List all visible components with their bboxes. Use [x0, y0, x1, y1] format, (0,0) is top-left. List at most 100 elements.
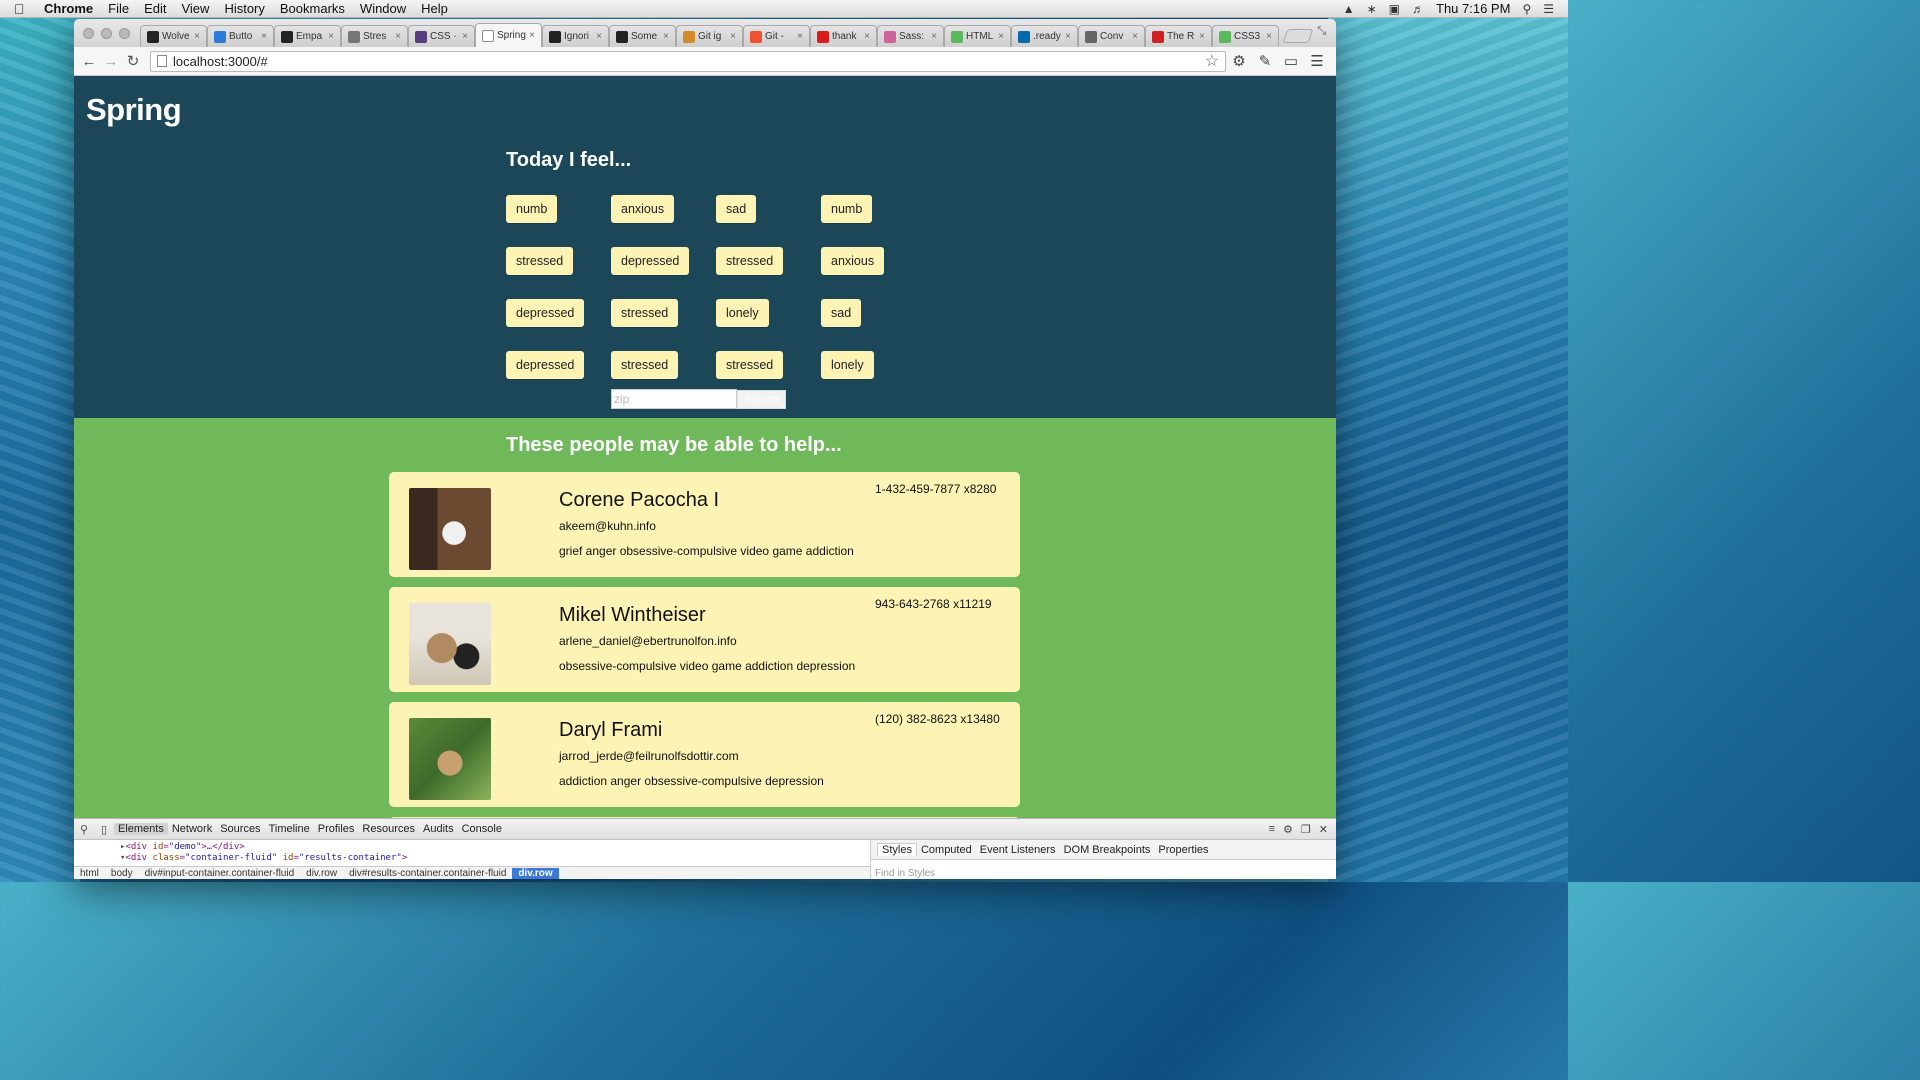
browser-tab[interactable]: .ready × — [1011, 25, 1078, 47]
menu-file[interactable]: File — [108, 1, 129, 16]
find-in-styles-input[interactable]: Find in Styles — [875, 868, 935, 879]
feeling-button[interactable]: depressed — [611, 247, 690, 275]
close-tab-icon[interactable]: × — [727, 31, 739, 42]
undock-icon[interactable]: ❐ — [1301, 823, 1311, 836]
close-window-button[interactable] — [83, 28, 94, 39]
extension-dropper-icon[interactable]: ✎ — [1252, 52, 1278, 70]
helper-email[interactable]: jarrod_jerde@feilrunolfsdottir.com — [559, 749, 739, 763]
close-tab-icon[interactable]: × — [1062, 31, 1074, 42]
close-tab-icon[interactable]: × — [593, 31, 605, 42]
menu-hamburger-icon[interactable]: ☰ — [1304, 52, 1330, 70]
helper-phone[interactable]: 1-432-459-7877 x8280 — [875, 482, 996, 496]
minimize-window-button[interactable] — [101, 28, 112, 39]
browser-tab[interactable]: thank × — [810, 25, 877, 47]
browser-tab[interactable]: CSS · × — [408, 25, 475, 47]
devtools-tab-audits[interactable]: Audits — [419, 823, 458, 835]
bluetooth-icon[interactable]: ∗ — [1367, 2, 1377, 16]
devtools-tab-console[interactable]: Console — [458, 823, 506, 835]
helper-card[interactable]: Daryl Frami jarrod_jerde@feilrunolfsdotti… — [389, 702, 1020, 807]
devtools-tab-timeline[interactable]: Timeline — [265, 823, 314, 835]
crumb-input-container[interactable]: div#input-container.container-fluid — [139, 868, 301, 879]
notification-icon[interactable]: ▲ — [1343, 2, 1355, 16]
menu-history[interactable]: History — [224, 1, 264, 16]
menubar-clock[interactable]: Thu 7:16 PM — [1436, 1, 1510, 16]
browser-tab[interactable]: Ignori × — [542, 25, 609, 47]
menu-help[interactable]: Help — [421, 1, 448, 16]
menu-bookmarks[interactable]: Bookmarks — [280, 1, 345, 16]
helper-card[interactable]: Corene Pacocha I akeem@kuhn.info grief ang… — [389, 472, 1020, 577]
close-tab-icon[interactable]: × — [526, 30, 538, 41]
feeling-button[interactable]: lonely — [716, 299, 769, 327]
devtools-tab-profiles[interactable]: Profiles — [314, 823, 359, 835]
browser-tab[interactable]: Conv × — [1078, 25, 1145, 47]
zoom-window-button[interactable] — [119, 28, 130, 39]
crumb-body[interactable]: body — [105, 868, 139, 879]
sidebar-tab-dom-breakpoints[interactable]: DOM Breakpoints — [1060, 844, 1155, 856]
close-tab-icon[interactable]: × — [392, 31, 404, 42]
sidebar-tab-computed[interactable]: Computed — [917, 844, 976, 856]
back-arrow-icon[interactable]: ← — [78, 53, 100, 70]
console-drawer-icon[interactable]: ≡ — [1269, 823, 1275, 836]
feeling-button[interactable]: stressed — [611, 351, 679, 379]
feeling-button[interactable]: sad — [716, 195, 757, 223]
browser-tab[interactable]: Butto × — [207, 25, 274, 47]
zip-input[interactable] — [611, 389, 737, 409]
menu-app[interactable]: Chrome — [44, 1, 93, 16]
devtools-tab-resources[interactable]: Resources — [358, 823, 419, 835]
browser-tab[interactable]: Stres × — [341, 25, 408, 47]
feeling-button[interactable]: stressed — [611, 299, 679, 327]
browser-tab[interactable]: Sass: × — [877, 25, 944, 47]
feeling-button[interactable]: numb — [821, 195, 873, 223]
volume-icon[interactable]: ♬ — [1412, 2, 1424, 16]
helper-email[interactable]: arlene_daniel@ebertrunolfon.info — [559, 634, 737, 648]
browser-tab[interactable]: Wolve × — [140, 25, 207, 47]
dom-node-demo[interactable]: ▸<div id="demo">…</div> — [120, 842, 245, 852]
feeling-button[interactable]: anxious — [821, 247, 885, 275]
browser-tab[interactable]: Spring × — [475, 23, 542, 47]
browser-tab[interactable]: Git ig × — [676, 25, 743, 47]
reload-icon[interactable]: ↻ — [122, 52, 144, 70]
sidebar-tab-event-listeners[interactable]: Event Listeners — [976, 844, 1060, 856]
close-tab-icon[interactable]: × — [861, 31, 873, 42]
browser-tab[interactable]: HTML × — [944, 25, 1011, 47]
devtools-settings-icon[interactable]: ⚙ — [1283, 823, 1293, 836]
close-tab-icon[interactable]: × — [928, 31, 940, 42]
feeling-button[interactable]: depressed — [506, 299, 585, 327]
close-tab-icon[interactable]: × — [258, 31, 270, 42]
menu-view[interactable]: View — [181, 1, 209, 16]
cast-icon[interactable]: ▭ — [1278, 52, 1304, 70]
crumb-results-container[interactable]: div#results-container.container-fluid — [343, 868, 512, 879]
close-tab-icon[interactable]: × — [995, 31, 1007, 42]
helper-phone[interactable]: 943-643-2768 x11219 — [875, 597, 992, 611]
menu-window[interactable]: Window — [360, 1, 406, 16]
extension-gear-icon[interactable]: ⚙ — [1226, 52, 1252, 70]
feeling-button[interactable]: depressed — [506, 351, 585, 379]
close-tab-icon[interactable]: × — [459, 31, 471, 42]
device-mode-icon[interactable]: ▯ — [94, 823, 114, 836]
feeling-button[interactable]: stressed — [716, 351, 784, 379]
new-tab-button[interactable] — [1282, 29, 1314, 43]
brand-title[interactable]: Spring — [86, 92, 182, 128]
browser-tab[interactable]: Git - × — [743, 25, 810, 47]
devtools-tab-sources[interactable]: Sources — [216, 823, 264, 835]
feeling-button[interactable]: stressed — [506, 247, 574, 275]
crumb-row-active[interactable]: div.row — [512, 868, 559, 879]
sidebar-tab-properties[interactable]: Properties — [1154, 844, 1212, 856]
close-tab-icon[interactable]: × — [191, 31, 203, 42]
dom-node-results-container[interactable]: ▾<div class="container-fluid" id="result… — [120, 853, 407, 863]
menu-edit[interactable]: Edit — [144, 1, 166, 16]
airplay-icon[interactable]: ▣ — [1389, 2, 1400, 16]
helper-phone[interactable]: (120) 382-8623 x13480 — [875, 712, 1000, 726]
feeling-button[interactable]: stressed — [716, 247, 784, 275]
notification-center-icon[interactable]: ☰ — [1543, 2, 1554, 16]
bookmark-star-icon[interactable]: ☆ — [1205, 51, 1219, 71]
forward-arrow-icon[interactable]: → — [100, 53, 122, 70]
apple-menu-icon[interactable]:  — [14, 1, 34, 17]
close-devtools-icon[interactable]: ✕ — [1319, 823, 1328, 836]
crumb-html[interactable]: html — [74, 868, 105, 879]
close-tab-icon[interactable]: × — [325, 31, 337, 42]
crumb-row[interactable]: div.row — [300, 868, 343, 879]
close-tab-icon[interactable]: × — [1196, 31, 1208, 42]
helper-card[interactable]: Mikel Wintheiser arlene_daniel@ebertrunol… — [389, 587, 1020, 692]
close-tab-icon[interactable]: × — [794, 31, 806, 42]
